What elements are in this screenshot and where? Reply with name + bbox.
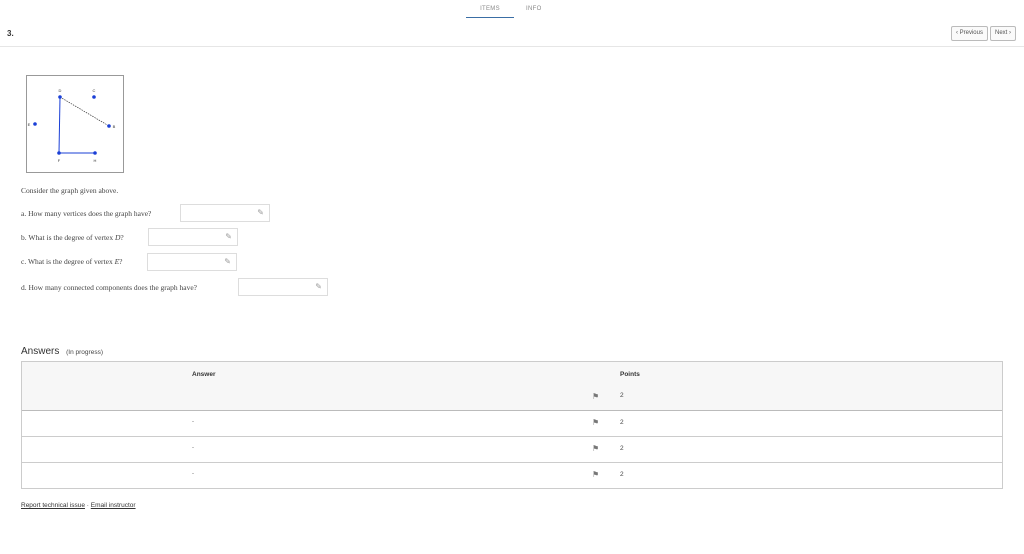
- table-row: - ⚑ 2: [22, 437, 1002, 463]
- next-label: Next: [994, 30, 1008, 36]
- question-intro: Consider the graph given above.: [21, 186, 119, 195]
- footer-links: Report technical issue · Email instructo…: [21, 502, 136, 509]
- vertex-h: [93, 151, 97, 155]
- points-value: 2: [620, 419, 624, 426]
- answers-table-header: Answer Points ⚑ 2: [22, 362, 1002, 411]
- report-issue-link[interactable]: Report technical issue: [21, 502, 85, 509]
- answers-title: Answers: [21, 346, 60, 357]
- answer-d-input[interactable]: ✎: [238, 278, 328, 296]
- review-icon[interactable]: ⚑: [592, 444, 599, 453]
- graph-svg: D C E B F H: [28, 88, 116, 163]
- answers-table: Answer Points ⚑ 2 - ⚑ 2 - ⚑ 2 - ⚑ 2: [21, 361, 1003, 489]
- review-icon[interactable]: ⚑: [592, 392, 599, 401]
- pencil-icon: ✎: [224, 257, 231, 266]
- previous-label: Previous: [959, 30, 983, 36]
- answer-b-input[interactable]: ✎: [148, 228, 238, 246]
- answer-value: -: [192, 445, 194, 451]
- question-c-prefix: c. What is the degree of vertex: [21, 257, 115, 266]
- edge-d-b: [59, 96, 110, 127]
- column-answer: Answer: [192, 371, 216, 378]
- question-c-label: c. What is the degree of vertex E?: [21, 257, 123, 266]
- question-number: 3.: [7, 29, 14, 38]
- vertex-label-h: H: [94, 158, 97, 163]
- top-tabs: ITEMS INFO: [466, 4, 542, 20]
- pencil-icon: ✎: [315, 282, 322, 291]
- previous-button[interactable]: ‹ Previous: [950, 26, 988, 41]
- answers-status: (In progress): [66, 349, 103, 356]
- vertex-label-d: D: [59, 88, 62, 93]
- review-icon[interactable]: ⚑: [592, 470, 599, 479]
- vertex-label-c: C: [93, 88, 96, 93]
- review-icon[interactable]: ⚑: [592, 418, 599, 427]
- question-b-label: b. What is the degree of vertex D?: [21, 233, 124, 242]
- vertex-c: [92, 95, 96, 99]
- header-divider: [0, 46, 1024, 47]
- vertex-label-e: E: [28, 122, 31, 127]
- answers-heading: Answers (In progress): [21, 346, 103, 357]
- points-value: 2: [620, 445, 624, 452]
- footer-separator: ·: [86, 502, 89, 509]
- edge-d-f: [58, 96, 61, 154]
- points-value: 2: [620, 392, 624, 399]
- vertex-f: [57, 151, 61, 155]
- answer-c-input[interactable]: ✎: [147, 253, 237, 271]
- answer-value: -: [192, 419, 194, 425]
- points-value: 2: [620, 471, 624, 478]
- pencil-icon: ✎: [225, 232, 232, 241]
- question-a-label: a. How many vertices does the graph have…: [21, 209, 152, 218]
- tab-items[interactable]: ITEMS: [466, 4, 514, 18]
- chevron-left-icon: ‹: [955, 30, 958, 36]
- vertex-label-f: F: [58, 158, 61, 163]
- question-c-suffix: ?: [119, 257, 123, 266]
- answer-a-input[interactable]: ✎: [180, 204, 270, 222]
- vertex-d: [58, 95, 62, 99]
- vertex-e: [33, 122, 37, 126]
- question-b-suffix: ?: [120, 233, 124, 242]
- pencil-icon: ✎: [257, 208, 264, 217]
- table-row: - ⚑ 2: [22, 411, 1002, 437]
- question-b-prefix: b. What is the degree of vertex: [21, 233, 115, 242]
- graph-figure: D C E B F H: [26, 75, 124, 173]
- answer-value: -: [192, 471, 194, 477]
- table-row: - ⚑ 2: [22, 463, 1002, 488]
- next-button[interactable]: Next ›: [989, 26, 1016, 41]
- vertex-label-b: B: [113, 124, 116, 129]
- chevron-right-icon: ›: [1009, 30, 1011, 36]
- question-nav: ‹ Previous Next ›: [950, 26, 1016, 41]
- question-d-label: d. How many connected components does th…: [21, 283, 197, 292]
- vertex-b: [107, 124, 111, 128]
- column-points: Points: [620, 371, 640, 378]
- tab-info[interactable]: INFO: [526, 4, 542, 20]
- email-instructor-link[interactable]: Email instructor: [91, 502, 136, 509]
